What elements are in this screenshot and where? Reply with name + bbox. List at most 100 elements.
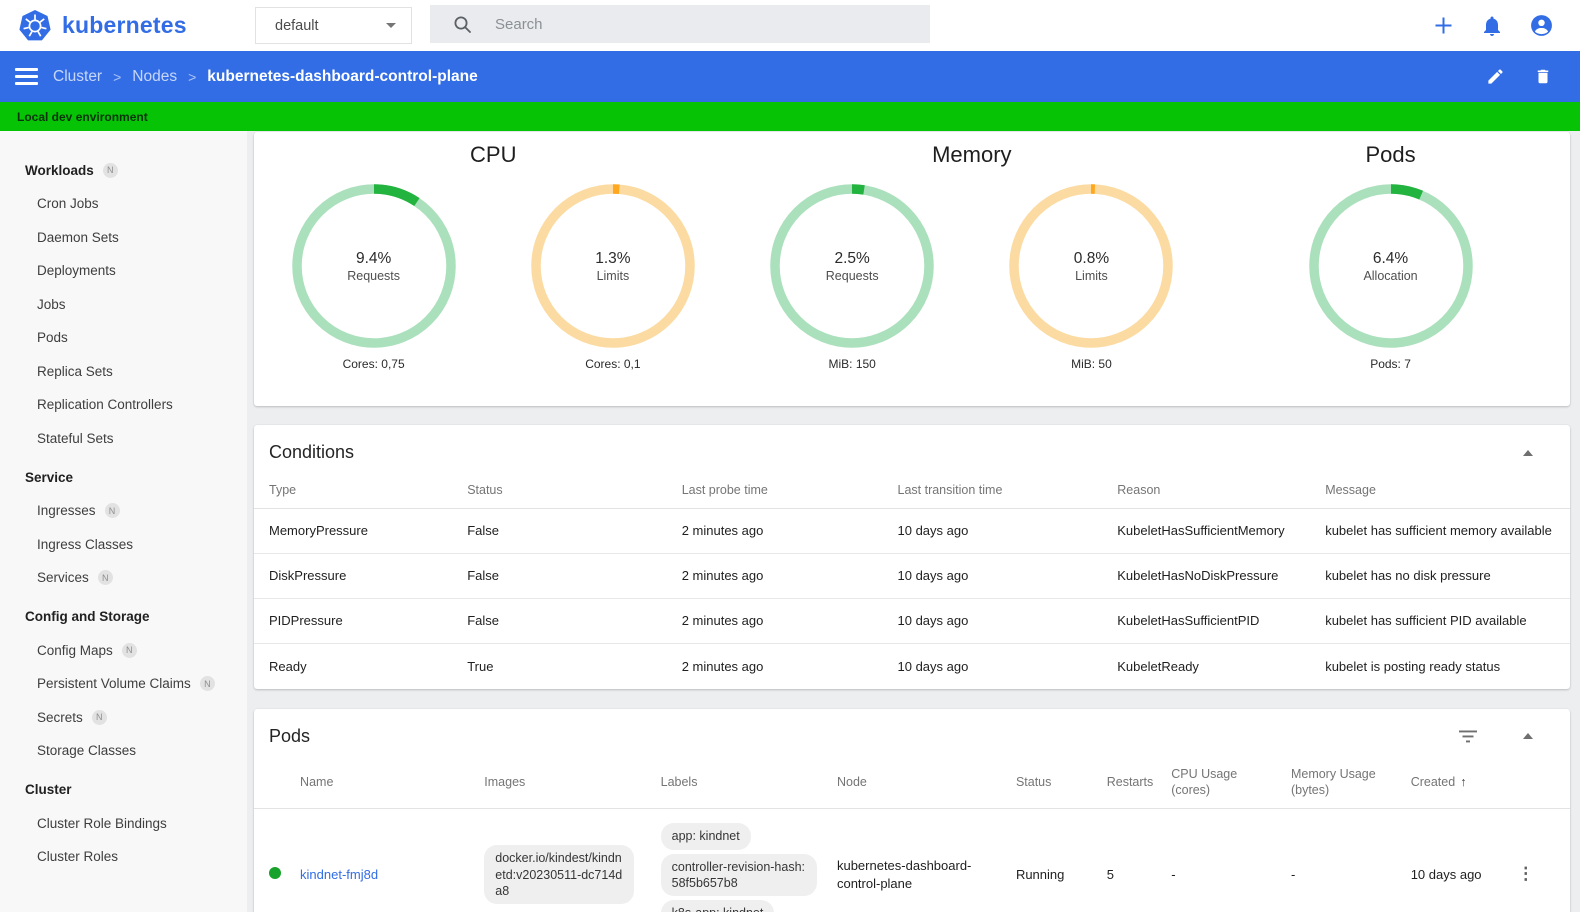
gauge-caption: Cores: 0,75 bbox=[342, 357, 405, 371]
gauge-sublabel: Requests bbox=[347, 268, 401, 283]
menu-icon[interactable] bbox=[15, 64, 38, 90]
condition-cell: 2 minutes ago bbox=[681, 643, 898, 689]
gauge-value: 2.5% bbox=[834, 249, 870, 267]
pods-col-label: Status bbox=[1015, 774, 1052, 789]
pods-col-images[interactable]: Images bbox=[484, 755, 661, 810]
sidebar-item-label: Persistent Volume Claims bbox=[37, 676, 191, 692]
search-bar bbox=[430, 5, 930, 43]
condition-cell: 2 minutes ago bbox=[681, 523, 764, 539]
gauge-sublabel: Allocation bbox=[1363, 268, 1418, 283]
gauge-caption: MiB: 150 bbox=[828, 357, 876, 371]
gauge-memory-limits: 0.8% Limits MiB: 50 bbox=[1006, 181, 1176, 371]
search-input[interactable] bbox=[493, 14, 883, 34]
sidebar-item-storage-classes[interactable]: Storage Classes bbox=[0, 734, 247, 768]
condition-row: PIDPressure False 2 minutes ago 10 days ago… bbox=[254, 598, 1570, 644]
label-chip: controller-revision-hash: 58f5b657b8 bbox=[660, 853, 817, 896]
pods-col-label: Memory Usage (bytes) bbox=[1290, 766, 1376, 797]
sidebar-item-label: Pods bbox=[37, 330, 68, 346]
row-menu-icon[interactable]: ⋮ bbox=[1517, 864, 1534, 883]
gauge-caption: Pods: 7 bbox=[1370, 357, 1411, 371]
sidebar-item-label: Config Maps bbox=[37, 642, 113, 658]
breadcrumb-current: kubernetes-dashboard-control-plane bbox=[207, 67, 478, 85]
gauge-caption: MiB: 50 bbox=[1071, 357, 1112, 371]
breadcrumb-separator-icon: > bbox=[188, 68, 197, 85]
collapse-icon[interactable] bbox=[1523, 733, 1533, 740]
namespace-selector[interactable]: default bbox=[255, 7, 412, 44]
metric-group-title: Pods bbox=[1365, 142, 1416, 167]
sidebar-item-persistent-volume-claims[interactable]: Persistent Volume Claims N bbox=[0, 667, 247, 701]
sidebar-item-cluster-roles[interactable]: Cluster Roles bbox=[0, 840, 247, 874]
pod-name-link[interactable]: kindnet-fmj8d bbox=[300, 867, 378, 882]
sidebar-nav: Workloads N Cron Jobs Daemon Sets Deployment… bbox=[0, 131, 247, 912]
condition-cell: kubelet has sufficient memory available bbox=[1325, 523, 1552, 539]
sidebar-item-deployments[interactable]: Deployments bbox=[0, 254, 247, 288]
edit-button[interactable] bbox=[1486, 67, 1505, 86]
pods-title: Pods bbox=[269, 725, 311, 746]
condition-cell: KubeletHasNoDiskPressure bbox=[1117, 553, 1326, 599]
sidebar-item-pods[interactable]: Pods bbox=[0, 321, 247, 355]
pods-col-label: Labels bbox=[660, 774, 698, 789]
breadcrumb: Cluster > Nodes > kubernetes-dashboard-contr… bbox=[53, 68, 478, 86]
pod-created: 10 days ago bbox=[1410, 866, 1482, 882]
delete-button[interactable] bbox=[1534, 67, 1552, 86]
breadcrumb-link-cluster[interactable]: Cluster bbox=[53, 68, 102, 86]
donut-chart: 0.8% Limits bbox=[1006, 181, 1176, 351]
pods-col-label: CPU Usage (cores) bbox=[1171, 766, 1238, 797]
pods-col-node[interactable]: Node bbox=[836, 755, 1016, 810]
sidebar-item-secrets[interactable]: Secrets N bbox=[0, 701, 247, 735]
add-resource-button[interactable] bbox=[1432, 14, 1455, 37]
new-badge: N bbox=[97, 570, 113, 586]
sidebar-item-jobs[interactable]: Jobs bbox=[0, 288, 247, 322]
filter-icon[interactable] bbox=[1459, 730, 1477, 743]
sidebar-item-replica-sets[interactable]: Replica Sets bbox=[0, 355, 247, 389]
pods-col-status[interactable]: Status bbox=[1015, 755, 1107, 810]
gauge-sublabel: Limits bbox=[596, 268, 630, 283]
conditions-col-last-probe-time: Last probe time bbox=[681, 472, 898, 510]
gauge-caption: Cores: 0,1 bbox=[585, 357, 641, 371]
sidebar-item-replication-controllers[interactable]: Replication Controllers bbox=[0, 388, 247, 422]
metrics-card: CPU 9.4% Requests Cores: 0,75 1.3% Limits Core… bbox=[254, 132, 1570, 406]
pods-col-labels[interactable]: Labels bbox=[660, 755, 837, 810]
conditions-col-last-transition-time: Last transition time bbox=[897, 472, 1118, 510]
donut-chart: 6.4% Allocation bbox=[1306, 181, 1476, 351]
breadcrumb-link-nodes[interactable]: Nodes bbox=[132, 68, 177, 86]
account-button[interactable] bbox=[1529, 13, 1554, 38]
sidebar-section-label: Config and Storage bbox=[25, 609, 150, 624]
page-toolbar: Cluster > Nodes > kubernetes-dashboard-contr… bbox=[0, 51, 1580, 102]
app-header: kubernetes default bbox=[0, 0, 1580, 51]
main-panel: CPU 9.4% Requests Cores: 0,75 1.3% Limits Core… bbox=[247, 131, 1580, 912]
collapse-icon[interactable] bbox=[1523, 449, 1533, 456]
sidebar-item-config-maps[interactable]: Config Maps N bbox=[0, 634, 247, 668]
sidebar-item-ingresses[interactable]: Ingresses N bbox=[0, 494, 247, 528]
sidebar-item-cluster-role-bindings[interactable]: Cluster Role Bindings bbox=[0, 807, 247, 841]
sidebar-item-services[interactable]: Services N bbox=[0, 561, 247, 595]
sidebar-item-daemon-sets[interactable]: Daemon Sets bbox=[0, 221, 247, 255]
sidebar-item-ingress-classes[interactable]: Ingress Classes bbox=[0, 528, 247, 562]
account-icon bbox=[1531, 15, 1552, 36]
notifications-button[interactable] bbox=[1480, 14, 1504, 38]
sidebar-item-label: Ingresses bbox=[37, 503, 96, 519]
donut-chart: 9.4% Requests bbox=[289, 181, 459, 351]
sidebar-item-stateful-sets[interactable]: Stateful Sets bbox=[0, 422, 247, 456]
sidebar-item-label: Secrets bbox=[37, 709, 83, 725]
pods-col-name[interactable]: Name bbox=[300, 755, 485, 810]
pods-col-created[interactable]: Created ↑ bbox=[1410, 755, 1518, 810]
pods-col-menu bbox=[1517, 755, 1570, 810]
kubernetes-home-link[interactable]: kubernetes bbox=[18, 9, 187, 43]
condition-row: MemoryPressure False 2 minutes ago 10 days … bbox=[254, 509, 1570, 554]
sidebar-section-label: Cluster bbox=[25, 782, 72, 797]
sidebar-section-workloads: Workloads N bbox=[0, 153, 247, 187]
condition-row: DiskPressure False 2 minutes ago 10 days ag… bbox=[254, 553, 1570, 599]
sidebar-section-label: Workloads bbox=[25, 162, 94, 178]
sidebar-item-cron-jobs[interactable]: Cron Jobs bbox=[0, 187, 247, 221]
condition-cell: False bbox=[467, 598, 682, 644]
sidebar-section-cluster: Cluster bbox=[0, 773, 247, 807]
pods-col-restarts[interactable]: Restarts bbox=[1106, 755, 1172, 810]
delete-icon bbox=[1537, 69, 1549, 84]
pod-node: kubernetes-dashboard-control-plane bbox=[836, 858, 972, 891]
pods-col-cpu-usage-cores[interactable]: CPU Usage (cores) bbox=[1171, 755, 1291, 810]
pods-col-memory-usage-bytes[interactable]: Memory Usage (bytes) bbox=[1290, 755, 1411, 810]
conditions-table: Type Status Last probe time Last transition… bbox=[254, 472, 1570, 689]
pod-status-ok-icon bbox=[269, 866, 281, 879]
condition-cell: 10 days ago bbox=[897, 553, 1118, 599]
